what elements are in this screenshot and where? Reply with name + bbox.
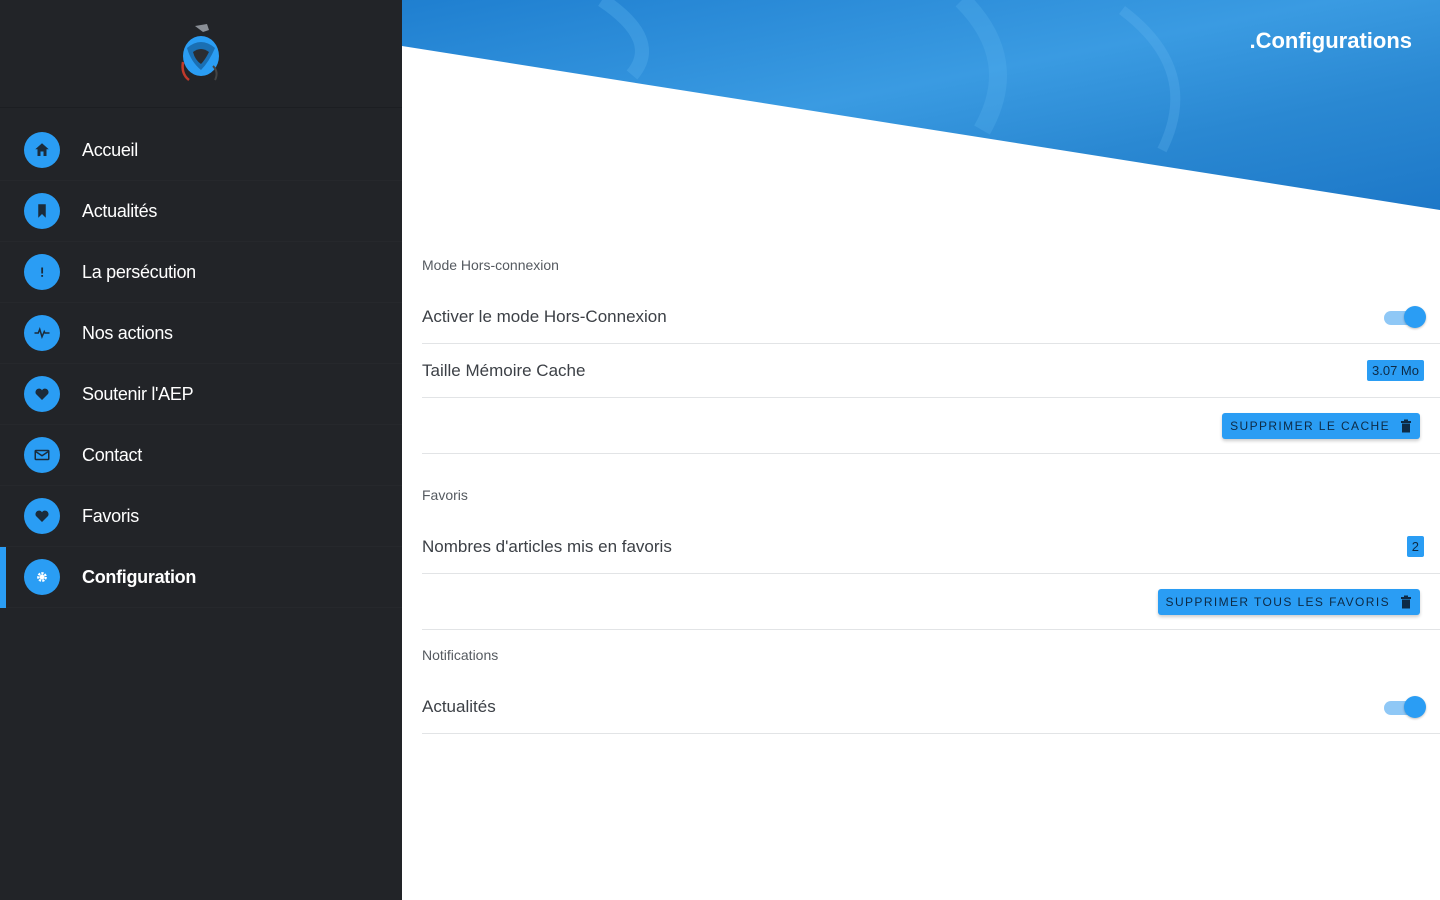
news-notification-label: Actualités <box>422 696 496 716</box>
clear-favorites-row: SUPPRIMER TOUS LES FAVORIS <box>422 574 1440 630</box>
favorites-count-badge: 2 <box>1406 536 1424 557</box>
page-title: .Configurations <box>1249 28 1412 53</box>
toggle-knob <box>1404 695 1426 718</box>
favorites-count-row: Nombres d'articles mis en favoris 2 <box>422 520 1440 574</box>
offline-section: Mode Hors-connexion Activer le mode Hors… <box>422 240 1440 454</box>
app-logo <box>181 23 219 81</box>
trash-icon <box>1401 595 1411 608</box>
sidebar-item-label: Nos actions <box>82 322 173 343</box>
home-icon <box>24 132 60 168</box>
heart-icon <box>24 376 60 412</box>
news-notification-row: Actualités <box>422 680 1440 734</box>
news-notification-toggle[interactable] <box>1384 695 1426 718</box>
section-title: Favoris <box>422 487 468 503</box>
clear-cache-row: SUPPRIMER LE CACHE <box>422 398 1440 454</box>
section-title: Mode Hors-connexion <box>422 257 559 273</box>
favorites-section: Favoris Nombres d'articles mis en favori… <box>422 470 1440 630</box>
offline-toggle-label: Activer le mode Hors-Connexion <box>422 306 667 326</box>
bookmark-icon <box>24 193 60 229</box>
sidebar-item-persecution[interactable]: La persécution <box>0 242 402 303</box>
logo-area <box>0 0 402 108</box>
cache-size-badge: 3.07 Mo <box>1367 360 1424 381</box>
clear-cache-button[interactable]: SUPPRIMER LE CACHE <box>1222 412 1420 439</box>
sidebar-item-label: Favoris <box>82 505 139 526</box>
button-label: SUPPRIMER LE CACHE <box>1230 418 1390 433</box>
sidebar-nav: Accueil Actualités La persécution Nos ac… <box>0 108 402 608</box>
sidebar-item-label: Configuration <box>82 566 197 587</box>
sidebar-item-configuration[interactable]: Configuration <box>0 547 402 608</box>
trash-icon <box>1401 419 1411 432</box>
cache-size-label: Taille Mémoire Cache <box>422 360 586 380</box>
sidebar-item-label: Accueil <box>82 139 138 160</box>
notifications-section: Notifications Actualités <box>422 630 1440 734</box>
sidebar: Accueil Actualités La persécution Nos ac… <box>0 0 402 900</box>
section-title: Notifications <box>422 647 499 663</box>
mail-icon <box>24 437 60 473</box>
sidebar-item-label: Soutenir l'AEP <box>82 383 194 404</box>
sidebar-item-label: Contact <box>82 444 142 465</box>
sidebar-item-accueil[interactable]: Accueil <box>0 120 402 181</box>
clear-favorites-button[interactable]: SUPPRIMER TOUS LES FAVORIS <box>1157 588 1420 615</box>
sidebar-item-actualites[interactable]: Actualités <box>0 181 402 242</box>
toggle-knob <box>1404 305 1426 328</box>
offline-mode-toggle[interactable] <box>1384 305 1426 328</box>
gear-icon <box>24 559 60 595</box>
sidebar-item-contact[interactable]: Contact <box>0 425 402 486</box>
sidebar-item-label: Actualités <box>82 200 158 221</box>
button-label: SUPPRIMER TOUS LES FAVORIS <box>1165 594 1390 609</box>
heart-icon <box>24 498 60 534</box>
alert-icon <box>24 254 60 290</box>
sidebar-item-favoris[interactable]: Favoris <box>0 486 402 547</box>
settings-content: Mode Hors-connexion Activer le mode Hors… <box>422 240 1440 734</box>
page-header: .Configurations <box>402 0 1440 210</box>
sidebar-item-soutenir[interactable]: Soutenir l'AEP <box>0 364 402 425</box>
favorites-count-label: Nombres d'articles mis en favoris <box>422 536 672 556</box>
pulse-icon <box>24 315 60 351</box>
cache-size-row: Taille Mémoire Cache 3.07 Mo <box>422 344 1440 398</box>
sidebar-item-label: La persécution <box>82 261 196 282</box>
offline-toggle-row: Activer le mode Hors-Connexion <box>422 290 1440 344</box>
sidebar-item-nos-actions[interactable]: Nos actions <box>0 303 402 364</box>
